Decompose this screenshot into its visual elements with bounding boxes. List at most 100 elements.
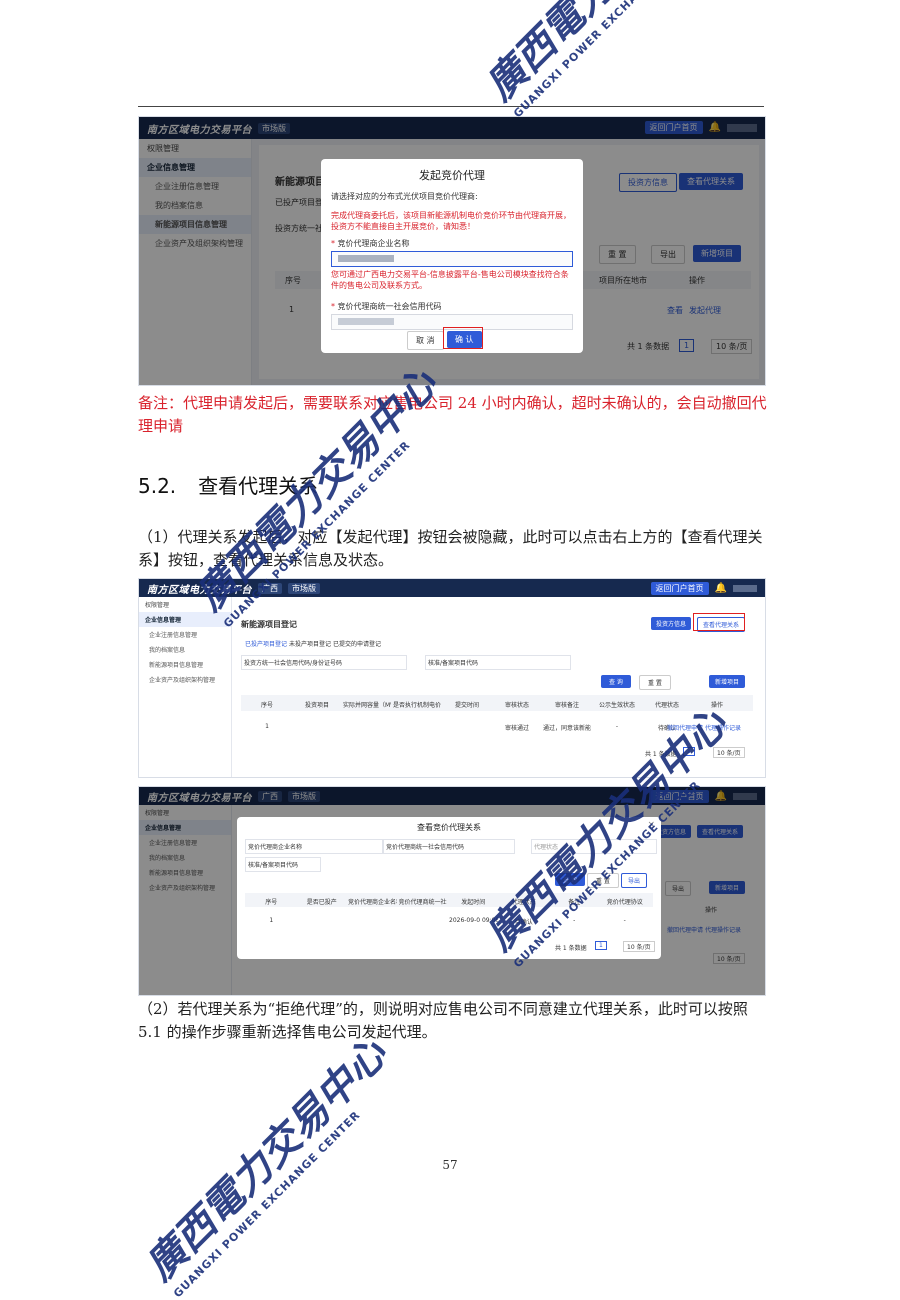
confirm-highlight (443, 327, 483, 349)
col-1: 投资项目 (304, 702, 329, 709)
investor-filter[interactable]: 投资方统一社会信用代码/身份证号码 (241, 655, 407, 670)
agent-code-label-text: 竞价代理商统一社会信用代码 (337, 302, 442, 311)
tab-commissioned[interactable]: 已投产项目登记 (245, 639, 287, 648)
dialog-col-3: 竞价代理商统一社会信用代码 (398, 899, 448, 906)
agent-code-label: * 竞价代理商统一社会信用代码 (331, 302, 442, 311)
dialog-hint: 您可通过广西电力交易平台-信息披露平台-售电公司模块查找符合条件的售电公司及联系… (331, 270, 569, 290)
col-9: 操作 (710, 702, 723, 709)
page-title: 新能源项目登记 (241, 620, 297, 629)
agent-name-filter[interactable]: 竞价代理商企业名称 (245, 839, 383, 854)
col-6: 审核备注 (554, 702, 579, 709)
col-7: 公示生效状态 (598, 702, 635, 709)
cancel-button[interactable]: 取 消 (407, 331, 444, 350)
pager-size[interactable]: 10 条/页 (713, 747, 745, 758)
add-project-button[interactable]: 新增项目 (709, 675, 746, 688)
col-2: 实际并网容量（MW） (343, 702, 391, 709)
header-rule (138, 106, 764, 107)
query-button[interactable]: 查 询 (601, 675, 631, 688)
dialog-col-4: 发起时间 (461, 899, 486, 906)
investor-info-button[interactable]: 投资方信息 (651, 617, 692, 630)
col-8: 代理状态 (654, 702, 679, 709)
view-proxy-highlight (693, 613, 745, 631)
dialog-cell-5: 待确认 (514, 919, 533, 926)
paragraph-1: （1）代理关系发起后，对应【发起代理】按钮会被隐藏，此时可以点击右上方的【查看代… (138, 528, 763, 569)
withdraw-proxy-link[interactable]: 撤回代理申请 (667, 723, 703, 732)
export-button[interactable]: 导出 (621, 873, 648, 888)
agent-code-value (338, 318, 394, 325)
platform-brand: 南方区域电力交易平台 (147, 584, 252, 596)
watermark-1-cn: 廣西電力交易中心 (470, 0, 737, 111)
agent-name-label: * 竞价代理商企业名称 (331, 239, 410, 248)
close-icon[interactable]: × (647, 820, 655, 830)
dialog-cell-6: - (573, 917, 576, 924)
agent-code-filter[interactable]: 竞价代理商统一社会信用代码 (383, 839, 515, 854)
env-tag: 市场版 (288, 582, 320, 594)
section-heading: 5.2. 查看代理关系 (138, 470, 318, 499)
avatar[interactable] (733, 585, 757, 592)
watermark-4-en: GUANGXI POWER EXCHANGE CENTER (171, 1108, 363, 1300)
main-content: 新能源项目登记 已投产项目登记 未投产项目登记 已提交的申请登记 投资方统一社会… (235, 603, 759, 771)
agent-name-field[interactable] (331, 251, 573, 267)
portal-home-button[interactable]: 返回门户首页 (650, 582, 709, 595)
dialog-col-1: 是否已投产 (306, 899, 337, 906)
region-tag: 广西 (258, 582, 282, 594)
cell-5: 审核通过 (504, 725, 529, 732)
dialog-cell-4: 2026-09-0 09:06 (449, 917, 498, 924)
initiate-proxy-dialog: 发起竞价代理 请选择对应的分布式光伏项目竞价代理商: 完成代理商委托后，该项目新… (321, 159, 583, 353)
cell-6: 通过，同意该新能源项目参与竞价 (543, 725, 591, 732)
dialog-col-7: 竞价代理协议 (606, 899, 643, 906)
note-text: 备注：代理申请发起后，需要联系对应售电公司 24 小时内确认，超时未确认的，会自… (138, 394, 767, 435)
agent-name-label-text: 竞价代理商企业名称 (337, 239, 410, 248)
screenshot-view-proxy: 南方区域电力交易平台 广西 市场版 返回门户首页 🔔 权限管理 企业信息管理 企… (138, 578, 766, 778)
watermark-1: 廣西電力交易中心 GUANGXI POWER EXCHANGE CENTER (470, 0, 746, 120)
dialog-cell-7: - (623, 917, 626, 924)
cell-0: 1 (265, 723, 269, 730)
dialog-title: 发起竞价代理 (419, 169, 485, 182)
pager-page[interactable]: 1 (595, 941, 607, 950)
pager-size[interactable]: 10 条/页 (623, 941, 655, 952)
reset-button[interactable]: 重 置 (639, 675, 671, 690)
col-0: 序号 (260, 702, 273, 709)
section-title: 查看代理关系 (198, 474, 319, 498)
project-code-filter[interactable]: 核准/备案项目代码 (425, 655, 571, 670)
paragraph-2: （2）若代理关系为“拒绝代理”的，则说明对应售电公司不同意建立代理关系，此时可以… (138, 1000, 748, 1041)
tab-not-commissioned[interactable]: 未投产项目登记 (289, 639, 331, 648)
col-3: 是否执行机制电价 (393, 702, 441, 709)
dialog-warning: 完成代理商委托后，该项目新能源机制电价竞价环节由代理商开展，投资方不能直接自主开… (331, 211, 571, 231)
screenshot-proxy-relation: 南方区域电力交易平台 广西 市场版 返回门户首页 🔔 权限管理 企业信息管理 企… (138, 786, 766, 996)
section-number: 5.2. (138, 474, 177, 498)
sidebar-item-assets[interactable]: 企业资产及组织架构管理 (139, 672, 231, 687)
dialog-cell-0: 1 (269, 917, 274, 924)
sidebar: 权限管理 企业信息管理 企业注册信息管理 我的档案信息 新能源项目信息管理 企业… (139, 597, 232, 777)
pager-total: 共 1 条数据 (555, 945, 587, 952)
cell-7: - (615, 723, 619, 730)
sidebar-item-new-energy[interactable]: 新能源项目信息管理 (139, 657, 231, 672)
query-button[interactable]: 查 询 (555, 873, 585, 886)
top-bar: 南方区域电力交易平台 广西 市场版 返回门户首页 🔔 (139, 579, 765, 597)
sidebar-item-company-info[interactable]: 企业信息管理 (139, 612, 231, 627)
page-number: 57 (442, 1158, 458, 1172)
col-5: 审核状态 (504, 702, 529, 709)
sidebar-item-archive[interactable]: 我的档案信息 (139, 642, 231, 657)
sidebar-item-permission[interactable]: 权限管理 (139, 597, 231, 612)
dialog-col-0: 序号 (265, 899, 278, 906)
proxy-log-link[interactable]: 代理操作记录 (705, 723, 741, 732)
watermark-1-en: GUANGXI POWER EXCHANGE CENTER (511, 0, 703, 121)
bell-icon[interactable]: 🔔 (715, 583, 727, 594)
pager-page[interactable]: 1 (683, 747, 695, 756)
dialog-col-2: 竞价代理商企业名称 (348, 899, 397, 906)
dialog-title: 查看竞价代理关系 (417, 823, 481, 832)
project-code-filter[interactable]: 核准/备案项目代码 (245, 857, 321, 872)
dialog-col-6: 备注 (568, 899, 581, 906)
screenshot-initiate-proxy: 南方区域电力交易平台 市场版 返回门户首页 🔔 权限管理 企业信息管理 企业注册… (138, 116, 766, 386)
pager-total: 共 1 条数据 (645, 751, 677, 758)
reset-button[interactable]: 重 置 (587, 873, 619, 888)
proxy-relation-dialog: 查看竞价代理关系 × 竞价代理商企业名称 竞价代理商统一社会信用代码 代理状态 … (237, 817, 661, 959)
dialog-intro: 请选择对应的分布式光伏项目竞价代理商: (331, 192, 478, 201)
sidebar-item-registration[interactable]: 企业注册信息管理 (139, 627, 231, 642)
dialog-col-5: 代理状态 (511, 899, 536, 906)
proxy-status-select[interactable]: 代理状态 (531, 839, 657, 854)
tab-submitted[interactable]: 已提交的申请登记 (333, 639, 381, 648)
col-4: 提交时间 (454, 702, 479, 709)
agent-name-value (338, 255, 394, 262)
